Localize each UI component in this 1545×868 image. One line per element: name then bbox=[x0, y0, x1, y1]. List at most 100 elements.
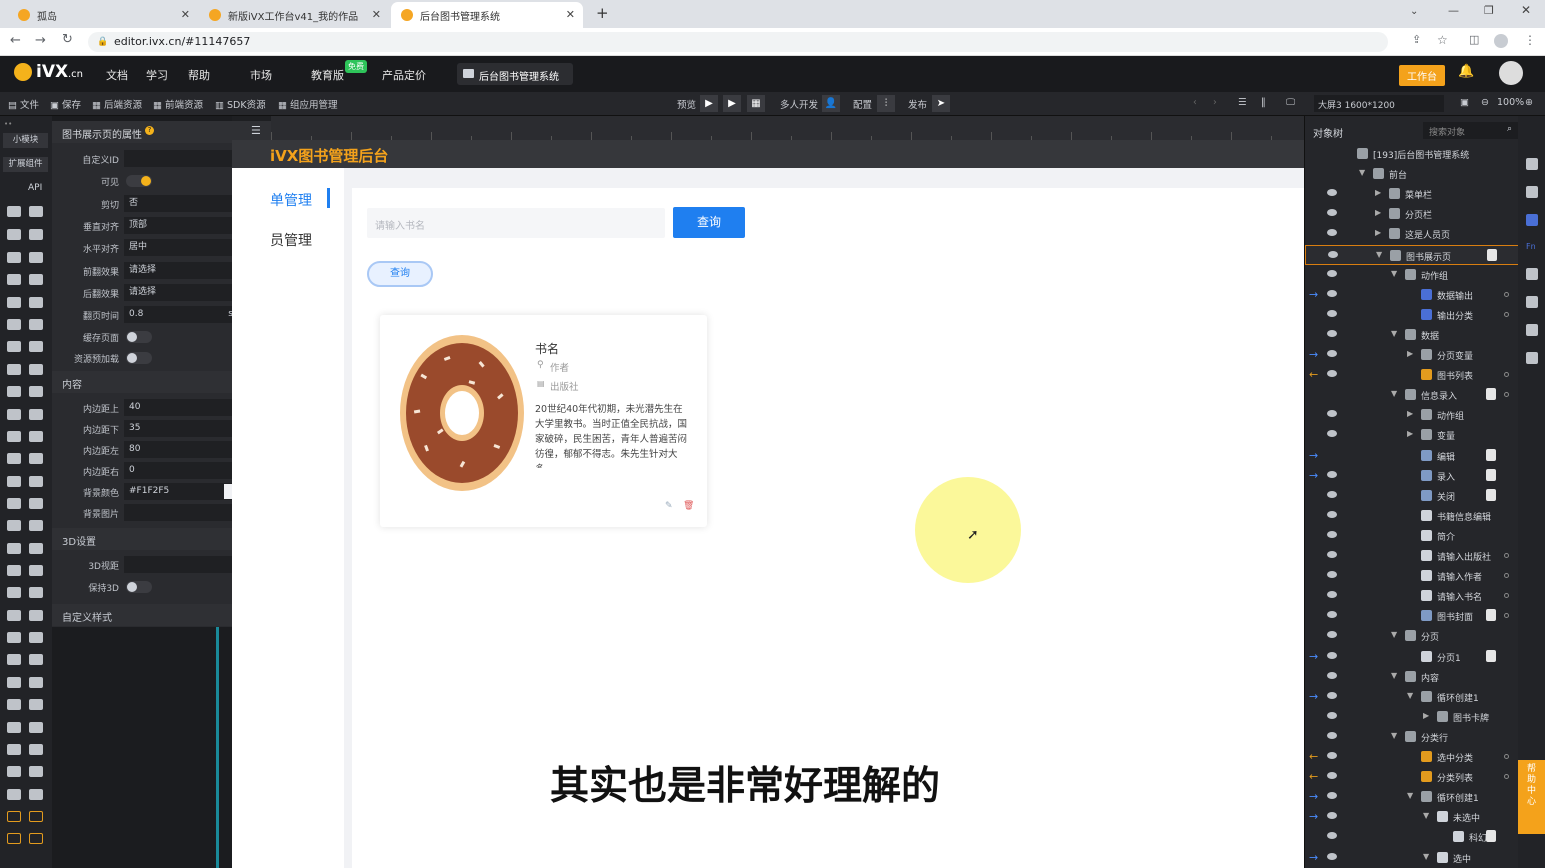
prop-input[interactable]: 居中 bbox=[124, 239, 237, 257]
prop-input[interactable]: 顶部 bbox=[124, 216, 237, 234]
component-icon[interactable] bbox=[29, 319, 43, 330]
component-icon[interactable] bbox=[29, 252, 43, 263]
component-icon[interactable] bbox=[29, 498, 43, 509]
reload-icon[interactable]: ↻ bbox=[62, 32, 73, 47]
component-icon[interactable] bbox=[7, 610, 21, 621]
component-icon[interactable] bbox=[7, 319, 21, 330]
tree-node-selected[interactable]: ▼ 图书展示页 bbox=[1305, 244, 1519, 265]
eye-icon[interactable] bbox=[1327, 430, 1337, 438]
component-icon[interactable] bbox=[7, 297, 21, 308]
expand-chevron-icon[interactable]: ▼ bbox=[1423, 811, 1429, 820]
tree-node[interactable]: ▼ 数据 bbox=[1305, 325, 1519, 345]
tree-node[interactable]: ▼ 分页 bbox=[1305, 626, 1519, 646]
component-icon[interactable] bbox=[7, 699, 21, 710]
eye-icon[interactable] bbox=[1327, 772, 1337, 780]
bookmark-star-icon[interactable]: ☆ bbox=[1437, 33, 1448, 47]
lock-icon[interactable] bbox=[1487, 248, 1497, 261]
publish-label[interactable]: 发布 bbox=[908, 97, 927, 111]
eye-icon[interactable] bbox=[1327, 852, 1337, 860]
component-icon[interactable] bbox=[29, 297, 43, 308]
api-label[interactable]: API bbox=[28, 183, 42, 193]
strip-icon[interactable] bbox=[1526, 268, 1538, 280]
component-icon[interactable] bbox=[29, 364, 43, 375]
eye-icon[interactable] bbox=[1327, 189, 1337, 197]
sdk-resources[interactable]: ▥ SDK资源 bbox=[215, 97, 266, 111]
lock-icon[interactable] bbox=[1486, 830, 1496, 843]
browser-tab[interactable]: 孤岛 ✕ bbox=[8, 2, 198, 28]
tree-node[interactable]: ▼ 动作组 bbox=[1305, 265, 1519, 285]
component-icon[interactable] bbox=[7, 833, 21, 844]
eye-icon[interactable] bbox=[1327, 571, 1337, 579]
monitor-icon[interactable]: 🖵 bbox=[1286, 97, 1295, 108]
tab-search-icon[interactable]: ⌄ bbox=[1410, 6, 1418, 17]
back-icon[interactable]: ← bbox=[10, 33, 21, 48]
side-menu-item-book[interactable]: 单管理 bbox=[270, 190, 312, 210]
eye-icon[interactable] bbox=[1327, 510, 1337, 518]
minimize-icon[interactable]: — bbox=[1448, 4, 1459, 17]
eye-icon[interactable] bbox=[1327, 792, 1337, 800]
component-icon[interactable] bbox=[29, 744, 43, 755]
strip-icon[interactable] bbox=[1526, 296, 1538, 308]
tree-node[interactable]: ▼ 信息录入 bbox=[1305, 385, 1519, 405]
url-field[interactable]: 🔒 editor.ivx.cn/#11147657 bbox=[88, 32, 1388, 52]
strip-icon[interactable] bbox=[1526, 214, 1538, 226]
user-avatar[interactable] bbox=[1499, 61, 1523, 85]
component-icon[interactable] bbox=[29, 386, 43, 397]
eye-icon[interactable] bbox=[1327, 651, 1337, 659]
profile-icon[interactable] bbox=[1494, 34, 1508, 48]
panel-menu-icon[interactable]: ☰ bbox=[251, 124, 261, 137]
tab-small-modules[interactable]: 小模块 bbox=[3, 133, 48, 148]
component-icon[interactable] bbox=[7, 789, 21, 800]
eye-icon[interactable] bbox=[1327, 309, 1337, 317]
lock-icon[interactable] bbox=[1486, 448, 1496, 461]
component-icon[interactable] bbox=[29, 610, 43, 621]
menu-docs[interactable]: 文档 bbox=[106, 67, 128, 83]
component-icon[interactable] bbox=[7, 386, 21, 397]
strip-icon[interactable] bbox=[1526, 158, 1538, 170]
tree-node[interactable]: → 编辑 bbox=[1305, 446, 1519, 466]
restore-icon[interactable]: ❐ bbox=[1484, 4, 1494, 17]
tree-search-input[interactable]: 搜索对象 ⌕ bbox=[1423, 122, 1518, 139]
tree-node[interactable]: 请输入出版社 bbox=[1305, 546, 1519, 566]
sidebar-icon[interactable]: ◫ bbox=[1469, 33, 1479, 46]
prop-input[interactable]: 0.8 s bbox=[124, 306, 237, 324]
component-icon[interactable] bbox=[29, 409, 43, 420]
tree-node[interactable]: → 数据输出 bbox=[1305, 285, 1519, 305]
eye-icon[interactable] bbox=[1327, 490, 1337, 498]
tree-node[interactable]: [193]后台图书管理系统 bbox=[1305, 144, 1519, 164]
config-label[interactable]: 配置 bbox=[853, 97, 872, 111]
prop-input[interactable]: #F1F2F5 bbox=[124, 483, 239, 500]
frontend-resources[interactable]: ▦ 前端资源 bbox=[153, 97, 203, 111]
prop-input[interactable]: 请选择 bbox=[124, 283, 237, 301]
lock-icon[interactable] bbox=[1486, 609, 1496, 622]
eye-icon[interactable] bbox=[1327, 671, 1337, 679]
component-icon[interactable] bbox=[29, 699, 43, 710]
tree-node[interactable]: → ▶ 分页变量 bbox=[1305, 345, 1519, 365]
prop-input[interactable]: 40 bbox=[124, 399, 237, 416]
qr-icon[interactable]: ▦ bbox=[747, 95, 765, 112]
prop-toggle[interactable] bbox=[126, 352, 152, 365]
prop-input[interactable] bbox=[124, 556, 237, 573]
edit-icon[interactable]: ✎ bbox=[665, 501, 673, 511]
component-icon[interactable] bbox=[7, 520, 21, 531]
zoom-out-icon[interactable]: ⊖ bbox=[1481, 97, 1489, 108]
search-icon[interactable]: ⌕ bbox=[1507, 124, 1512, 134]
component-icon[interactable] bbox=[29, 789, 43, 800]
expand-chevron-icon[interactable]: ▶ bbox=[1423, 711, 1429, 720]
prop-input[interactable]: 80 bbox=[124, 441, 237, 458]
tree-node[interactable]: 简介 bbox=[1305, 526, 1519, 546]
strip-icon[interactable] bbox=[1526, 186, 1538, 198]
tree-node[interactable]: → 分页1 bbox=[1305, 647, 1519, 667]
prop-input[interactable] bbox=[124, 504, 237, 521]
eye-icon[interactable] bbox=[1327, 631, 1337, 639]
eye-icon[interactable] bbox=[1327, 229, 1337, 237]
tree-node[interactable]: ← 分类列表 bbox=[1305, 767, 1519, 787]
menu-market[interactable]: 市场 bbox=[250, 67, 272, 83]
expand-chevron-icon[interactable]: ▼ bbox=[1391, 731, 1397, 740]
multi-dev-label[interactable]: 多人开发 bbox=[780, 97, 818, 111]
eye-icon[interactable] bbox=[1327, 591, 1337, 599]
component-icon[interactable] bbox=[29, 229, 43, 240]
component-icon[interactable] bbox=[29, 476, 43, 487]
strip-icon[interactable] bbox=[1526, 352, 1538, 364]
preview-label[interactable]: 预览 bbox=[677, 97, 696, 111]
